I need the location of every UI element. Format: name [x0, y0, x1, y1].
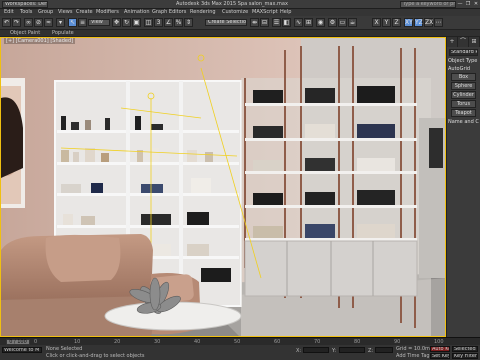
minimize-button[interactable]: — — [456, 0, 464, 9]
search-input[interactable]: Type a keyword or phrase — [400, 1, 456, 8]
spinner-snap-icon[interactable]: ⇕ — [184, 18, 193, 27]
modify-tab-icon[interactable]: ⌒ — [458, 37, 469, 47]
menu-customize[interactable]: Customize — [222, 9, 248, 16]
status-bar: Welcome to M None Selected Click or clic… — [0, 345, 480, 360]
axis-xy-icon[interactable]: XY — [404, 18, 413, 27]
primitive-category-dropdown[interactable]: Standard Primitives — [449, 49, 478, 56]
link-icon[interactable]: ∞ — [24, 18, 33, 27]
y-label: Y: — [332, 348, 337, 354]
add-time-tag[interactable]: Add Time Tag — [396, 353, 430, 359]
percent-snap-icon[interactable]: % — [174, 18, 183, 27]
window-title: Autodesk 3ds Max 2015 Spa salon_max.max — [176, 1, 288, 7]
menu-tools[interactable]: Tools — [20, 9, 32, 16]
grid-size: Grid = 10.0mm — [396, 346, 435, 352]
y-coordinate-field[interactable] — [339, 347, 365, 353]
named-selection-input[interactable]: Create Selection Se — [205, 19, 247, 26]
align-icon[interactable]: ⊟ — [260, 18, 269, 27]
maximize-button[interactable]: ❐ — [464, 0, 472, 9]
x-coordinate-field[interactable] — [303, 347, 329, 353]
viewport-label[interactable]: [+] [Camera001] [Shaded] — [4, 38, 76, 44]
menu-bar: Edit Tools Group Views Create Modifiers … — [0, 9, 480, 16]
mirror-icon[interactable]: ⇹ — [250, 18, 259, 27]
maxscript-listener[interactable]: Welcome to M — [2, 347, 42, 353]
axis-yz-icon[interactable]: YZ — [414, 18, 423, 27]
rendered-frame-icon[interactable]: ▭ — [338, 18, 347, 27]
angle-snap-icon[interactable]: ∠ — [164, 18, 173, 27]
selected-dropdown[interactable]: Selected — [452, 346, 478, 352]
auto-key-button[interactable]: Auto Key — [430, 346, 450, 352]
command-panel: + ⌒ ⊞ Standard Primitives Object Type Au… — [446, 37, 480, 337]
menu-maxscript[interactable]: MAXScript — [252, 9, 278, 16]
menu-graph-editors[interactable]: Graph Editors — [152, 9, 186, 16]
curve-editor-icon[interactable]: ∿ — [294, 18, 303, 27]
menu-rendering[interactable]: Rendering — [190, 9, 216, 16]
z-label: Z: — [368, 348, 374, 354]
axis-zx-icon[interactable]: ZX — [424, 18, 433, 27]
menu-group[interactable]: Group — [38, 9, 53, 16]
redo-icon[interactable]: ↷ — [12, 18, 21, 27]
render-setup-icon[interactable]: ⚙ — [328, 18, 337, 27]
axis-y-icon[interactable]: Y — [382, 18, 391, 27]
rotate-icon[interactable]: ↻ — [122, 18, 131, 27]
select-object-icon[interactable]: ↖ — [68, 18, 77, 27]
time-slider-bar: 0 / 100 0 10 20 30 40 50 60 70 80 90 100 — [0, 337, 480, 345]
undo-icon[interactable]: ↶ — [2, 18, 11, 27]
menu-help[interactable]: Help — [280, 9, 291, 16]
z-coordinate-field[interactable] — [375, 347, 393, 353]
snap-toggle-icon[interactable]: 3 — [154, 18, 163, 27]
set-key-button[interactable]: Set Key — [430, 353, 450, 359]
graphite-toggle-icon[interactable]: ◧ — [282, 18, 291, 27]
x-label: X: — [296, 348, 302, 354]
create-tab-icon[interactable]: + — [447, 37, 458, 47]
viewport-render — [1, 38, 445, 336]
pivot-icon[interactable]: ◫ — [144, 18, 153, 27]
ribbon-tab-populate[interactable]: Populate — [52, 30, 74, 37]
cylinder-button[interactable]: Cylinder — [451, 91, 476, 99]
bind-spacewarp-icon[interactable]: ≈ — [44, 18, 53, 27]
menu-views[interactable]: Views — [58, 9, 72, 16]
selection-count: None Selected — [46, 346, 83, 352]
unlink-icon[interactable]: ⊘ — [34, 18, 43, 27]
object-type-rollout[interactable]: Object Type — [448, 58, 479, 64]
title-bar: Workspaces: Default Autodesk 3ds Max 201… — [0, 0, 480, 9]
sphere-button[interactable]: Sphere — [451, 82, 476, 90]
render-icon[interactable]: ☕ — [348, 18, 357, 27]
select-by-name-icon[interactable]: ≡ — [78, 18, 87, 27]
reference-coordinate-dropdown[interactable]: View — [88, 19, 110, 26]
hierarchy-tab-icon[interactable]: ⊞ — [469, 37, 480, 47]
autogrid-checkbox[interactable]: AutoGrid — [448, 66, 479, 72]
axis-z-icon[interactable]: Z — [392, 18, 401, 27]
menu-edit[interactable]: Edit — [4, 9, 14, 16]
torus-button[interactable]: Torus — [451, 100, 476, 108]
move-icon[interactable]: ✥ — [112, 18, 121, 27]
menu-create[interactable]: Create — [76, 9, 93, 16]
axis-extra-icon[interactable]: ⋯ — [434, 18, 443, 27]
menu-animation[interactable]: Animation — [124, 9, 150, 16]
ribbon-bar: Object Paint Populate — [0, 30, 480, 37]
layer-manager-icon[interactable]: ☰ — [272, 18, 281, 27]
ribbon-tab-object-paint[interactable]: Object Paint — [10, 30, 40, 37]
teapot-button[interactable]: Teapot — [451, 109, 476, 117]
main-toolbar: ↶ ↷ ∞ ⊘ ≈ ▾ ↖ ≡ View ✥ ↻ ▣ ◫ 3 ∠ % ⇕ Cre… — [0, 16, 480, 30]
material-editor-icon[interactable]: ◉ — [316, 18, 325, 27]
close-button[interactable]: ✕ — [472, 0, 480, 9]
box-button[interactable]: Box — [451, 73, 476, 81]
selection-filter-icon[interactable]: ▾ — [56, 18, 65, 27]
workspace-dropdown[interactable]: Workspaces: Default — [2, 1, 48, 8]
schematic-view-icon[interactable]: ⊞ — [304, 18, 313, 27]
camera-viewport[interactable] — [0, 37, 446, 337]
scale-icon[interactable]: ▣ — [132, 18, 141, 27]
axis-x-icon[interactable]: X — [372, 18, 381, 27]
prompt-line: Click or click-and-drag to select object… — [46, 353, 145, 359]
key-filters-button[interactable]: Key Filters... — [452, 353, 478, 359]
name-and-color-rollout[interactable]: Name and Color — [448, 119, 479, 125]
menu-modifiers[interactable]: Modifiers — [96, 9, 119, 16]
